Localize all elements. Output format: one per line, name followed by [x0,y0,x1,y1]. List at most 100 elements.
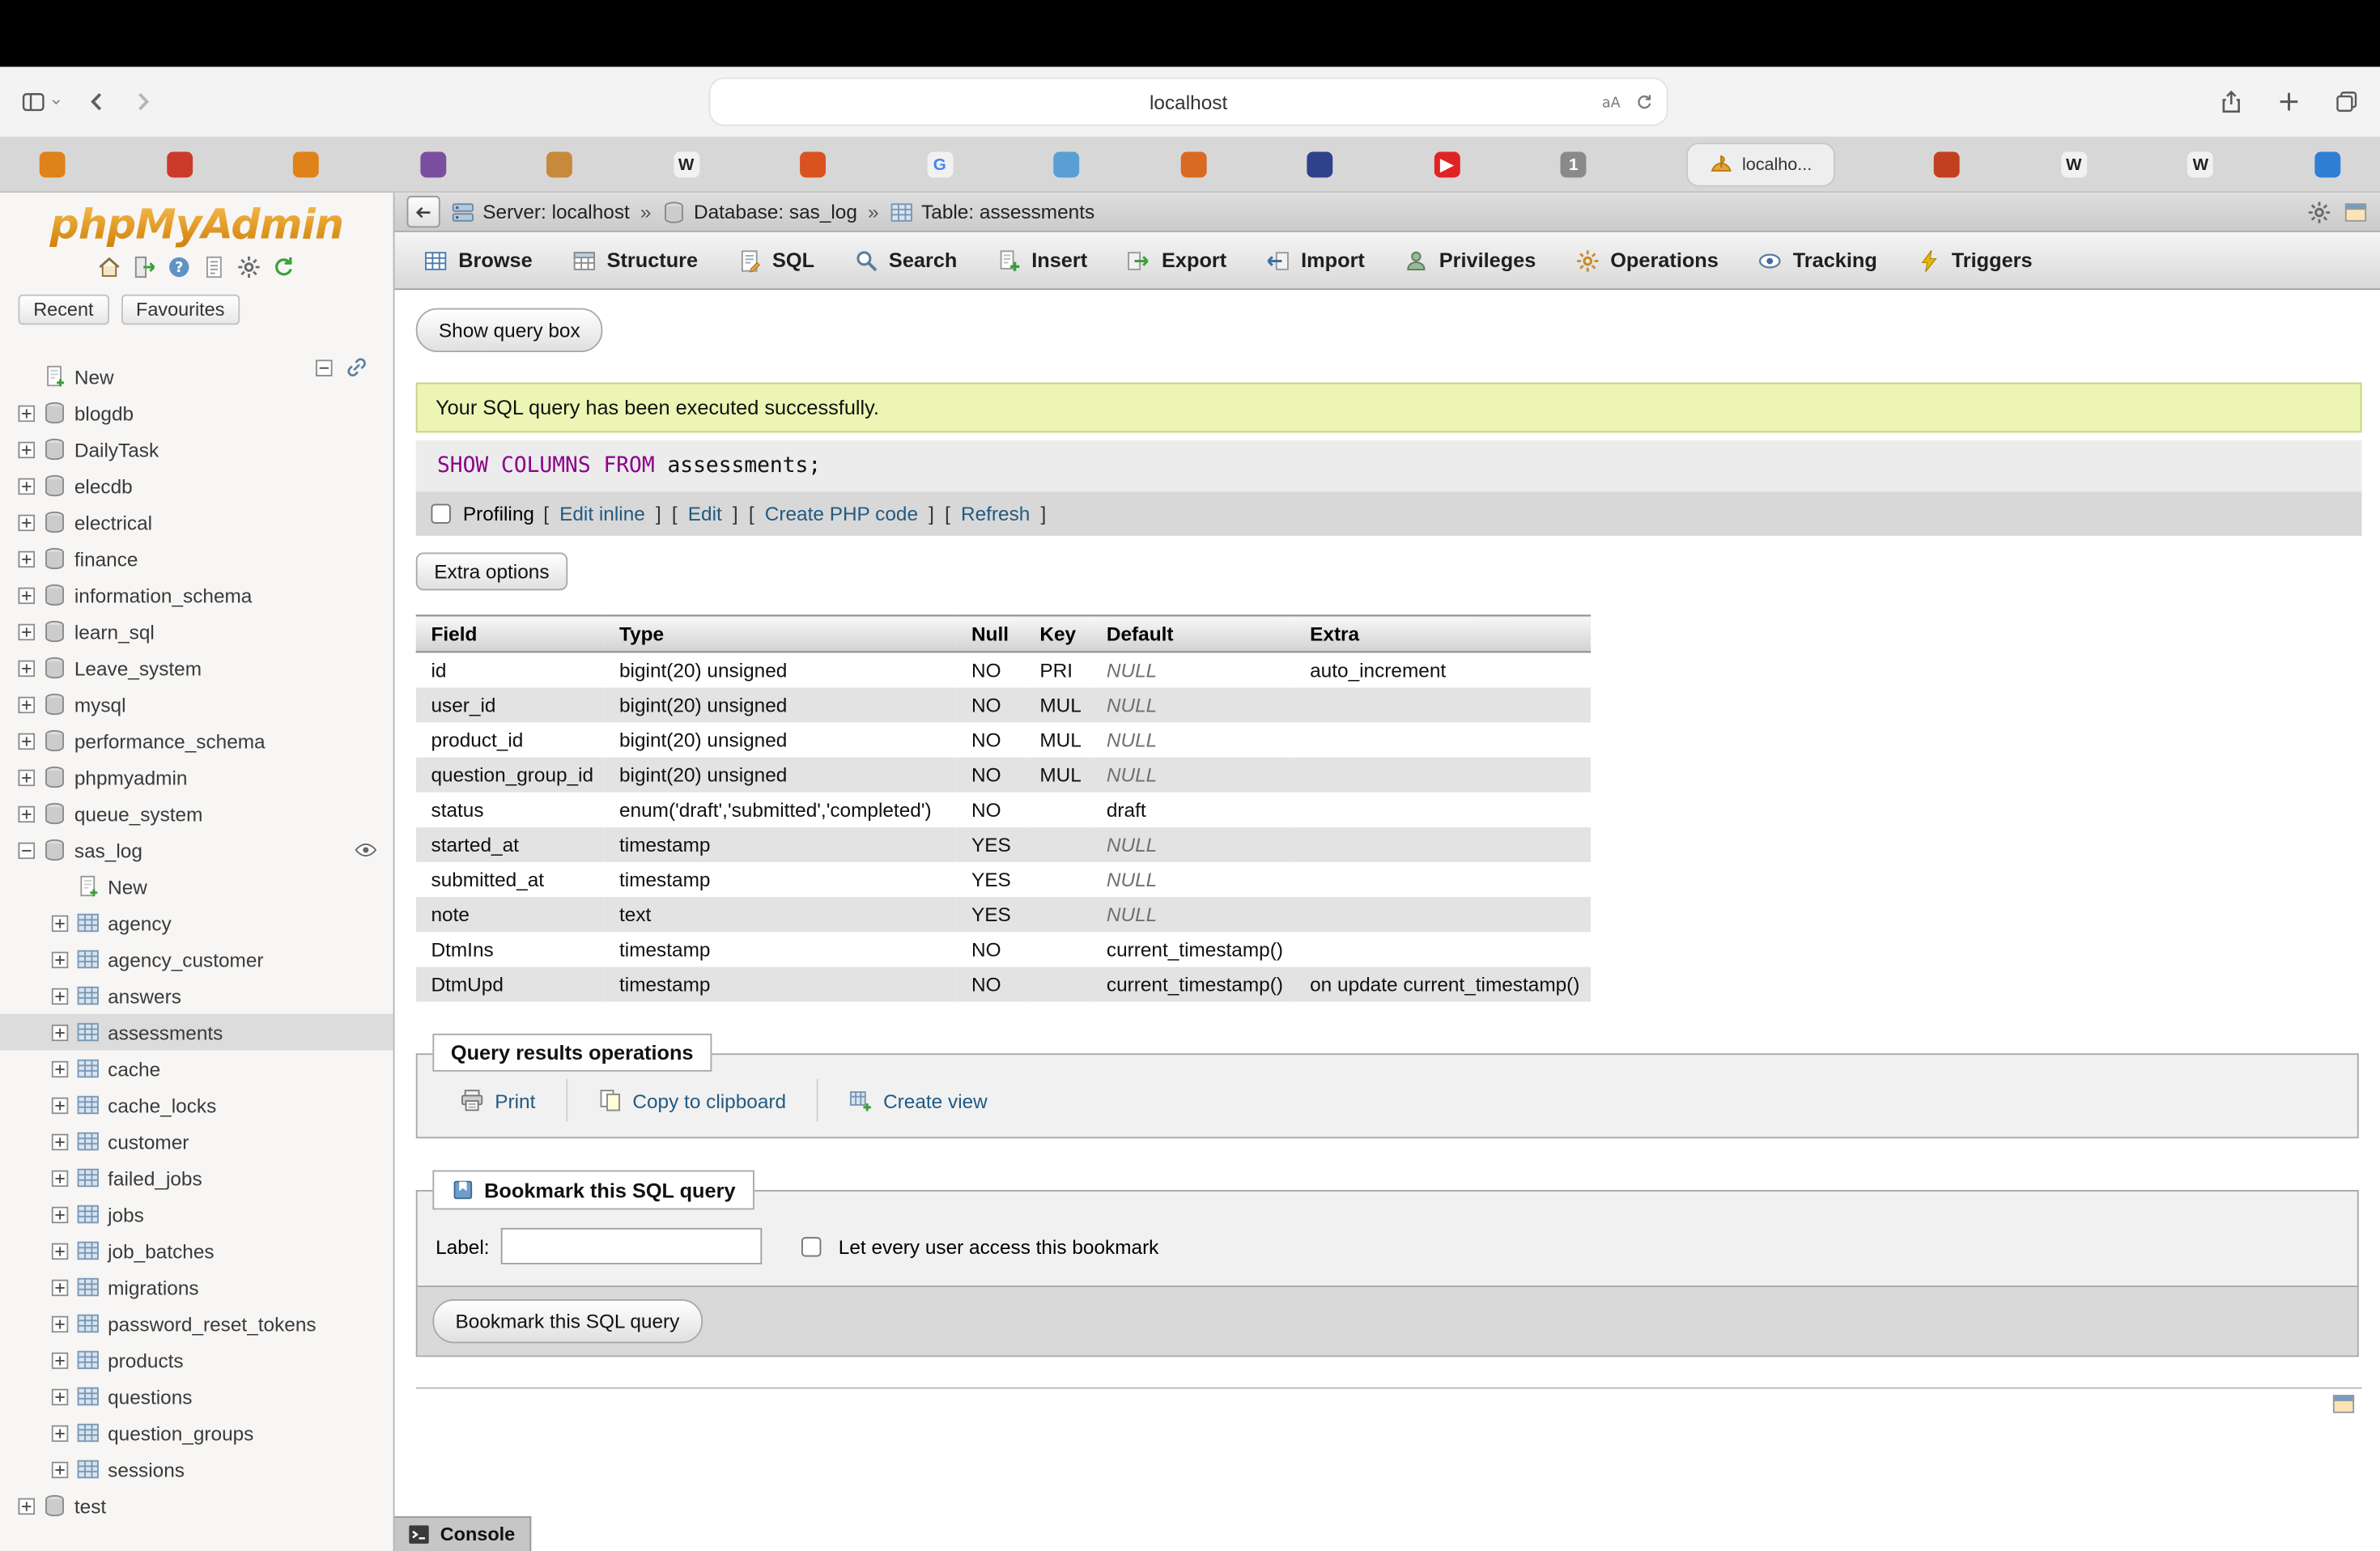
expand-icon[interactable] [52,915,69,932]
reload-icon[interactable] [1634,91,1654,111]
tab-import[interactable]: Import [1247,232,1385,288]
expand-icon[interactable] [19,441,36,458]
address-bar[interactable]: localhost aA [711,79,1667,125]
expand-icon[interactable] [52,1024,69,1041]
tree-item-dailytask[interactable]: DailyTask [0,431,393,468]
tree-item-learn-sql[interactable]: learn_sql [0,614,393,650]
console-toggle[interactable]: Console [395,1516,532,1551]
expand-icon[interactable] [19,696,36,713]
tree-item-performance-schema[interactable]: performance_schema [0,723,393,759]
favourites-button[interactable]: Favourites [121,295,240,325]
expand-icon[interactable] [19,478,36,495]
pinned-tab-icon[interactable] [420,152,446,178]
tree-item-jobs[interactable]: jobs [0,1196,393,1233]
expand-icon[interactable] [52,1315,69,1332]
pinned-tab-icon[interactable]: G [927,152,953,178]
tree-item-failed-jobs[interactable]: failed_jobs [0,1160,393,1196]
expand-icon[interactable] [52,1279,69,1296]
tab-search[interactable]: Search [834,232,976,288]
page-end-icon[interactable] [2331,1392,2356,1416]
help-icon[interactable]: ? [167,255,191,279]
pinned-tab-icon[interactable]: ▶ [1434,152,1460,178]
tree-item-elecdb[interactable]: elecdb [0,468,393,504]
col-header-key[interactable]: Key [1025,615,1092,652]
pinned-tab-icon[interactable] [293,152,319,178]
pinned-tab-icon[interactable] [546,152,572,178]
tree-item-finance[interactable]: finance [0,541,393,577]
tree-item-test[interactable]: test [0,1488,393,1524]
tab-overview-icon[interactable] [2335,90,2359,114]
pinned-tab-icon[interactable] [1053,152,1079,178]
pinned-tab-icon[interactable]: 1 [1561,152,1587,178]
tree-item-questions[interactable]: questions [0,1379,393,1415]
profiling-link-refresh[interactable]: Refresh [961,503,1030,525]
pinned-tab-icon[interactable] [1180,152,1206,178]
tree-item-customer[interactable]: customer [0,1124,393,1160]
bookmark-label-input[interactable] [502,1228,763,1264]
expand-icon[interactable] [52,1206,69,1223]
profiling-link-edit[interactable]: Edit [688,503,722,525]
tree-item-answers[interactable]: answers [0,978,393,1014]
expand-icon[interactable] [19,587,36,604]
pinned-tab-icon[interactable]: W [674,152,699,178]
create-view-action[interactable]: Create view [818,1079,1018,1122]
tree-item-queue-system[interactable]: queue_system [0,796,393,832]
new-tab-icon[interactable] [2277,90,2301,114]
home-icon[interactable] [97,255,121,279]
profiling-link-create-php-code[interactable]: Create PHP code [765,503,918,525]
expand-icon[interactable] [19,550,36,567]
bookmark-access-checkbox[interactable] [802,1236,822,1256]
expand-icon[interactable] [52,1060,69,1077]
breadcrumb-gear-icon[interactable] [2307,200,2331,224]
tab-privileges[interactable]: Privileges [1384,232,1555,288]
tree-item-new[interactable]: New [0,869,393,905]
tree-item-information-schema[interactable]: information_schema [0,577,393,614]
pinned-tab-icon[interactable]: W [2061,152,2087,178]
forward-icon[interactable] [130,90,155,114]
expand-icon[interactable] [19,405,36,422]
exit-icon[interactable] [132,255,156,279]
pinned-tab-icon[interactable] [1307,152,1333,178]
show-query-box-button[interactable]: Show query box [416,308,603,352]
expand-icon[interactable] [19,769,36,786]
tree-item-cache-locks[interactable]: cache_locks [0,1087,393,1124]
phpmyadmin-logo[interactable]: phpMyAdmin [0,202,393,249]
col-header-default[interactable]: Default [1091,615,1294,652]
crumb-database-sas-log[interactable]: Database: sas_log [662,200,857,224]
tree-item-sessions[interactable]: sessions [0,1451,393,1488]
expand-icon[interactable] [19,660,36,677]
tab-structure[interactable]: Structure [552,232,717,288]
breadcrumb-window-icon[interactable] [2344,200,2368,224]
expand-icon[interactable] [52,1170,69,1187]
pinned-tab-icon[interactable] [40,152,66,178]
tree-item-assessments[interactable]: assessments [0,1014,393,1051]
active-tab[interactable]: localho... [1687,144,1833,185]
pinned-tab-icon[interactable]: W [2187,152,2213,178]
expand-icon[interactable] [52,1461,69,1478]
tree-item-agency-customer[interactable]: agency_customer [0,941,393,978]
bookmark-submit-button[interactable]: Bookmark this SQL query [432,1299,702,1343]
expand-icon[interactable] [52,1243,69,1260]
tab-insert[interactable]: Insert [977,232,1107,288]
tree-item-question-groups[interactable]: question_groups [0,1415,393,1451]
tree-item-blogdb[interactable]: blogdb [0,395,393,431]
gear-icon[interactable] [237,255,261,279]
pinned-tab-icon[interactable] [2314,152,2340,178]
col-header-extra[interactable]: Extra [1294,615,1591,652]
page-settings-icon[interactable]: aA [1600,91,1622,113]
collapse-icon[interactable] [19,842,36,859]
tree-item-new[interactable]: New [0,359,393,395]
pinned-tab-icon[interactable] [800,152,826,178]
tree-item-job-batches[interactable]: job_batches [0,1233,393,1269]
expand-icon[interactable] [19,805,36,822]
expand-icon[interactable] [52,1352,69,1369]
expand-icon[interactable] [19,514,36,531]
tree-item-phpmyadmin[interactable]: phpmyadmin [0,759,393,796]
tree-item-migrations[interactable]: migrations [0,1269,393,1306]
tree-item-mysql[interactable]: mysql [0,686,393,723]
pinned-tab-icon[interactable] [1934,152,1960,178]
extra-options-button[interactable]: Extra options [416,553,567,591]
tree-item-password-reset-tokens[interactable]: password_reset_tokens [0,1306,393,1342]
expand-icon[interactable] [52,1425,69,1442]
tree-item-products[interactable]: products [0,1342,393,1379]
